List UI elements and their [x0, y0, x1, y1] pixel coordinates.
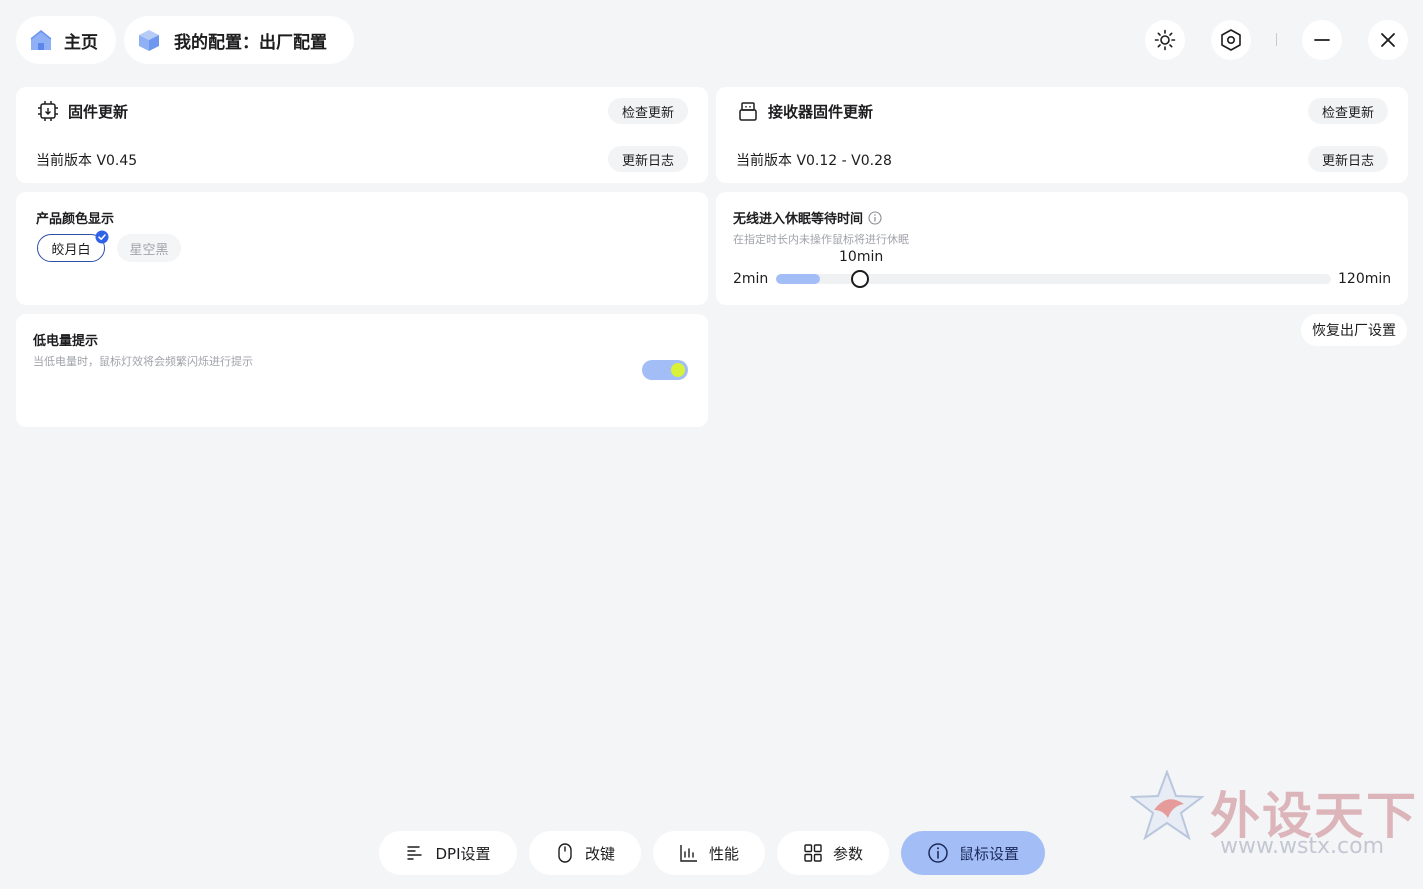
sleep-timer-desc: 在指定时长内未操作鼠标将进行休眠	[733, 233, 909, 246]
toggle-knob	[671, 363, 685, 377]
receiver-card: 接收器固件更新 检查更新 当前版本 V0.12 - V0.28 更新日志	[716, 87, 1408, 183]
close-icon	[1381, 33, 1395, 47]
info-icon[interactable]	[868, 210, 882, 225]
cube-icon	[139, 30, 159, 51]
tab-remap-label: 改键	[584, 844, 615, 863]
tab-dpi-settings[interactable]: DPI设置	[379, 831, 517, 875]
sun-icon	[1154, 29, 1176, 51]
slider-thumb[interactable]	[851, 270, 869, 288]
low-battery-desc: 当低电量时，鼠标灯效将会频繁闪烁进行提示	[33, 355, 253, 368]
dpi-icon	[407, 846, 423, 860]
color-option-white-label: 皎月白	[51, 242, 91, 258]
tab-performance[interactable]: 性能	[653, 831, 765, 875]
watermark-url: www.wstx.com	[1220, 834, 1385, 859]
color-option-black-label: 星空黑	[129, 242, 169, 258]
sleep-timer-title-text: 无线进入休眠等待时间	[733, 212, 864, 227]
low-battery-card: 低电量提示 当低电量时，鼠标灯效将会频繁闪烁进行提示	[16, 314, 708, 427]
home-label: 主页	[64, 32, 98, 53]
receiver-changelog-button[interactable]: 更新日志	[1308, 146, 1388, 172]
color-option-white[interactable]: 皎月白	[37, 230, 109, 262]
watermark: 外设天下 www.wstx.com	[1130, 770, 1416, 865]
slider-value-label: 10min	[839, 249, 884, 265]
tab-parameters[interactable]: 参数	[777, 831, 889, 875]
chip-icon	[38, 101, 58, 121]
sleep-timer-card: 无线进入休眠等待时间 在指定时长内未操作鼠标将进行休眠 10min 2min 1…	[716, 192, 1408, 305]
tab-remap[interactable]: 改键	[529, 831, 641, 875]
settings-button[interactable]	[1211, 20, 1251, 60]
tab-parameters-label: 参数	[832, 844, 863, 863]
slider-fill	[776, 274, 820, 284]
low-battery-toggle[interactable]	[642, 360, 688, 380]
product-color-title: 产品颜色显示	[36, 212, 115, 227]
slider-max-label: 120min	[1338, 271, 1392, 287]
minimize-button[interactable]	[1302, 20, 1342, 60]
home-icon	[30, 30, 52, 50]
close-button[interactable]	[1368, 20, 1408, 60]
theme-button[interactable]	[1145, 20, 1185, 60]
grid-icon	[804, 844, 822, 862]
receiver-version: 当前版本 V0.12 - V0.28	[736, 153, 892, 169]
tab-performance-label: 性能	[708, 844, 739, 863]
product-color-card: 产品颜色显示 皎月白 星空黑	[16, 192, 708, 305]
firmware-check-update-button[interactable]: 检查更新	[608, 98, 688, 124]
firmware-card: 固件更新 检查更新 当前版本 V0.45 更新日志	[16, 87, 708, 183]
check-badge-icon	[95, 230, 109, 244]
minimize-icon	[1314, 39, 1330, 41]
firmware-title: 固件更新	[68, 103, 129, 121]
color-option-black[interactable]: 星空黑	[117, 234, 181, 262]
chart-icon	[680, 845, 697, 862]
firmware-version: 当前版本 V0.45	[36, 153, 138, 169]
low-battery-title: 低电量提示	[33, 334, 99, 349]
tab-mouse-settings-label: 鼠标设置	[958, 844, 1019, 863]
receiver-title: 接收器固件更新	[768, 103, 874, 121]
sleep-slider[interactable]	[776, 270, 1331, 288]
receiver-icon	[739, 102, 757, 121]
config-label: 我的配置：出厂配置	[174, 32, 327, 53]
sleep-timer-title: 无线进入休眠等待时间	[733, 208, 882, 227]
hexagon-settings-icon	[1221, 29, 1241, 51]
firmware-changelog-button[interactable]: 更新日志	[608, 146, 688, 172]
watermark-star-logo	[1130, 770, 1204, 841]
tab-dpi-label: DPI设置	[435, 844, 491, 863]
info-icon	[928, 843, 948, 863]
mouse-icon	[558, 843, 572, 863]
tab-mouse-settings[interactable]: 鼠标设置	[901, 831, 1045, 875]
home-button[interactable]: 主页	[16, 16, 116, 64]
header-divider	[1276, 33, 1277, 46]
config-button[interactable]: 我的配置：出厂配置	[124, 16, 354, 64]
receiver-check-update-button[interactable]: 检查更新	[1308, 98, 1388, 124]
slider-min-label: 2min	[733, 271, 769, 287]
factory-reset-button[interactable]: 恢复出厂设置	[1301, 314, 1407, 346]
